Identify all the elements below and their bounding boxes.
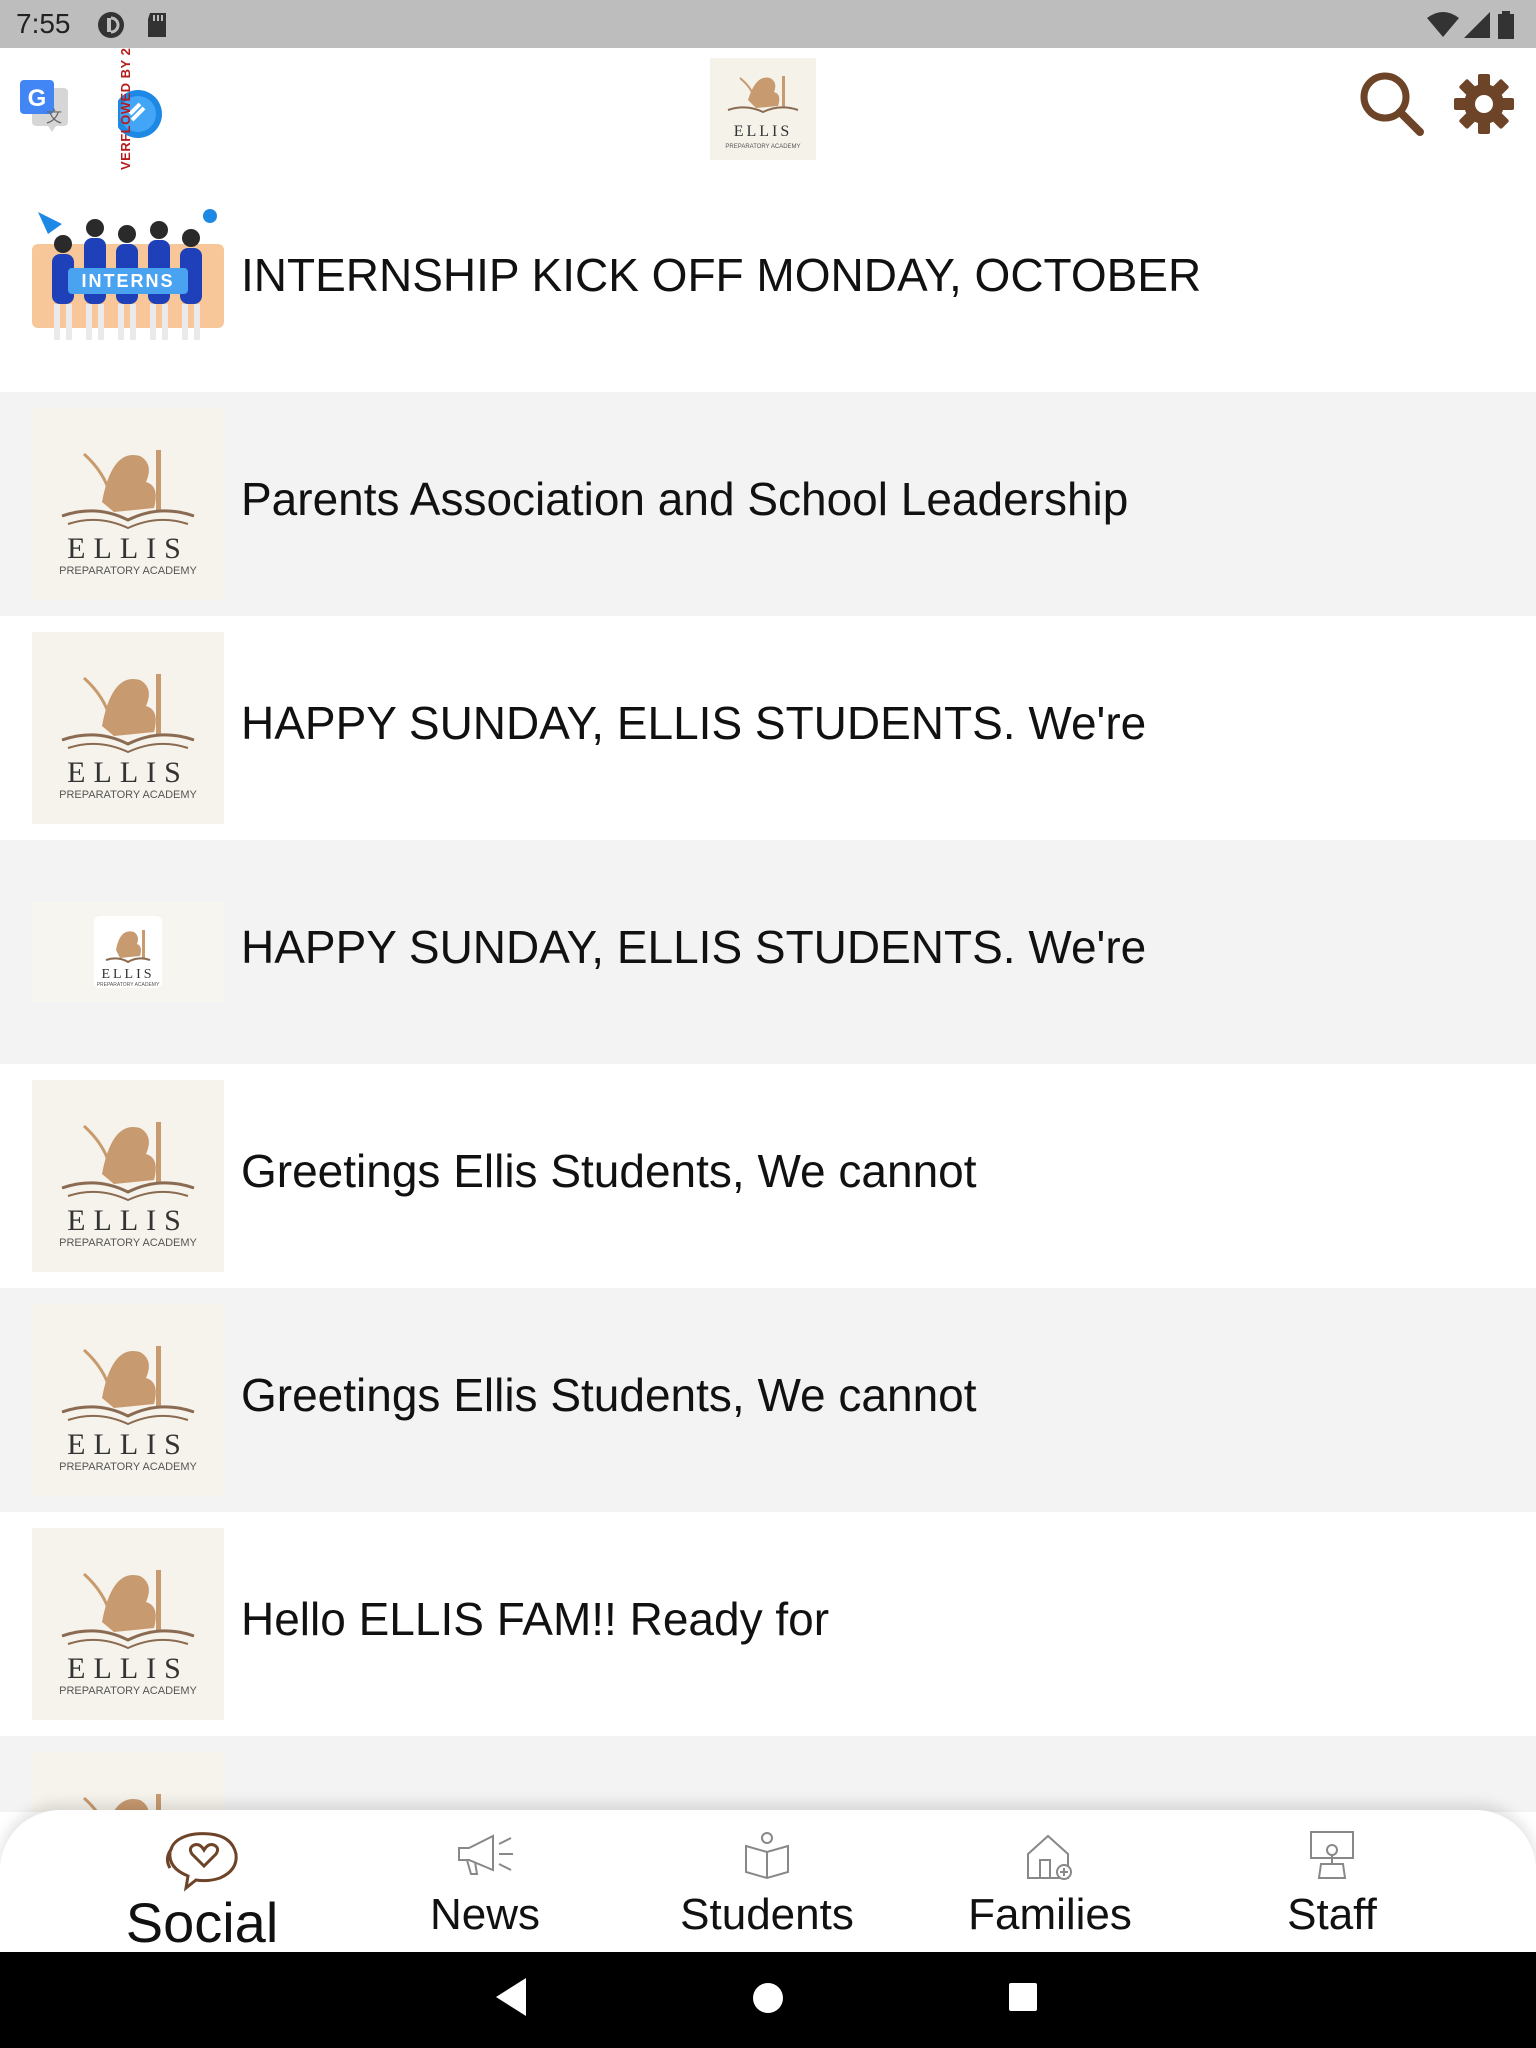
tab-social[interactable]: Social (72, 1810, 332, 1954)
feed-item[interactable]: ELLIS PREPARATORY ACADEMY HAPPY SUNDAY, … (0, 616, 1536, 840)
social-feed-list[interactable]: INTERNS INTERNSHIP KICK OFF MONDAY, OCTO… (0, 168, 1536, 1812)
tab-staff[interactable]: Staff (1202, 1810, 1462, 1952)
thumb-logo-text: ELLIS (67, 1428, 189, 1461)
tab-news[interactable]: News (355, 1810, 615, 1952)
svg-text:G: G (28, 85, 47, 112)
thumb-logo-text: ELLIS (101, 967, 154, 982)
pocket-casts-icon (98, 12, 124, 38)
gear-icon[interactable] (1452, 72, 1516, 136)
thumb-logo-text: ELLIS (67, 756, 189, 789)
feed-thumbnail: INTERNS (32, 184, 224, 376)
feed-item-title: HAPPY SUNDAY, ELLIS STUDENTS. We're (241, 921, 1147, 973)
heart-chat-icon (165, 1832, 238, 1892)
cell-signal-icon (1464, 12, 1490, 38)
tab-families-label: Families (968, 1890, 1132, 1939)
battery-icon (1498, 11, 1514, 39)
status-time: 7:55 (16, 8, 71, 39)
feed-item-title: Greetings Ellis Students, We cannot (241, 1369, 977, 1421)
sd-card-icon (148, 13, 166, 37)
feed-item[interactable]: ELLIS PREPARATORY ACADEMY Hello ELLIS FA… (0, 1512, 1536, 1736)
thumb-logo-subtext: PREPARATORY ACADEMY (59, 1461, 197, 1473)
ellis-brand-logo[interactable]: ELLIS PREPARATORY ACADEMY (710, 58, 816, 160)
system-navigation-bar (0, 1952, 1536, 2048)
recents-icon[interactable] (1008, 1982, 1038, 2012)
tab-students[interactable]: Students (637, 1810, 897, 1952)
overflow-warning-text: VERFLOWED BY 2 (118, 47, 133, 170)
thumb-logo-subtext: PREPARATORY ACADEMY (59, 565, 197, 577)
status-bar: 7:55 (0, 0, 1536, 48)
feed-item-title: HAPPY SUNDAY, ELLIS STUDENTS. We're (241, 697, 1147, 749)
feed-item-title: Parents Association and School Leadershi… (241, 473, 1129, 525)
wifi-icon (1427, 12, 1459, 37)
desk-teacher-icon (1310, 1831, 1354, 1879)
search-icon[interactable] (1358, 70, 1424, 136)
tab-news-label: News (429, 1890, 541, 1939)
back-icon[interactable] (492, 1976, 528, 2018)
thumb-logo-subtext: PREPARATORY ACADEMY (59, 1685, 197, 1697)
feed-thumbnail: ELLIS PREPARATORY ACADEMY (32, 1080, 224, 1272)
tab-staff-label: Staff (1287, 1890, 1377, 1939)
feed-thumbnail: ELLIS PREPARATORY ACADEMY (32, 902, 224, 1002)
home-icon[interactable] (752, 1982, 784, 2014)
ellis-logo-icon (82, 1794, 161, 1812)
tab-social-label: Social (125, 1891, 279, 1954)
tab-students-label: Students (680, 1890, 854, 1939)
thumb-logo-text: ELLIS (67, 1204, 189, 1237)
house-icon (1027, 1834, 1072, 1880)
tab-families[interactable]: Families (920, 1810, 1180, 1952)
interns-illustration-icon: INTERNS (32, 209, 224, 340)
ellis-logo-icon: ELLIS PREPARATORY ACADEMY (59, 1122, 198, 1249)
feed-item[interactable]: ELLIS PREPARATORY ACADEMY HAPPY SUNDAY, … (0, 840, 1536, 1064)
book-person-icon (745, 1832, 789, 1880)
feed-thumbnail (32, 1752, 224, 1812)
feed-thumbnail: ELLIS PREPARATORY ACADEMY (32, 632, 224, 824)
feed-item[interactable]: ELLIS PREPARATORY ACADEMY Greetings Elli… (0, 1064, 1536, 1288)
feed-thumbnail: ELLIS PREPARATORY ACADEMY (32, 1528, 224, 1720)
brand-logo-text: ELLIS (734, 123, 793, 140)
brand-logo-subtext: PREPARATORY ACADEMY (725, 144, 800, 150)
feed-item[interactable] (0, 1736, 1536, 1812)
ellis-logo-small-icon: ELLIS PREPARATORY ACADEMY (94, 916, 162, 988)
feed-item[interactable]: INTERNS INTERNSHIP KICK OFF MONDAY, OCTO… (0, 168, 1536, 392)
feed-item-title: INTERNSHIP KICK OFF MONDAY, OCTOBER (241, 249, 1202, 301)
ellis-logo-icon: ELLIS PREPARATORY ACADEMY (59, 674, 198, 801)
thumb-logo-subtext: PREPARATORY ACADEMY (97, 982, 160, 988)
thumb-logo-text: ELLIS (67, 532, 189, 565)
ellis-logo-icon: ELLIS PREPARATORY ACADEMY (59, 1570, 198, 1697)
feed-item[interactable]: ELLIS PREPARATORY ACADEMY Parents Associ… (0, 392, 1536, 616)
feed-item[interactable]: ELLIS PREPARATORY ACADEMY Greetings Elli… (0, 1288, 1536, 1512)
megaphone-icon (458, 1834, 513, 1875)
feed-item-title: Greetings Ellis Students, We cannot (241, 1145, 977, 1197)
thumb-logo-subtext: PREPARATORY ACADEMY (59, 1237, 197, 1249)
svg-text:文: 文 (46, 107, 62, 126)
ellis-logo-icon: ELLIS PREPARATORY ACADEMY (725, 76, 801, 150)
google-translate-icon[interactable]: G 文 (18, 78, 72, 132)
feed-thumbnail: ELLIS PREPARATORY ACADEMY (32, 408, 224, 600)
feed-item-title: Hello ELLIS FAM!! Ready for (241, 1593, 830, 1645)
bottom-navigation: Social News Students Families Staff (0, 1810, 1536, 1954)
ellis-logo-icon: ELLIS PREPARATORY ACADEMY (59, 1346, 198, 1473)
interns-thumb-text: INTERNS (81, 271, 174, 291)
thumb-logo-subtext: PREPARATORY ACADEMY (59, 789, 197, 801)
feed-thumbnail: ELLIS PREPARATORY ACADEMY (32, 1304, 224, 1496)
thumb-logo-text: ELLIS (67, 1652, 189, 1685)
ellis-logo-icon: ELLIS PREPARATORY ACADEMY (59, 450, 198, 577)
